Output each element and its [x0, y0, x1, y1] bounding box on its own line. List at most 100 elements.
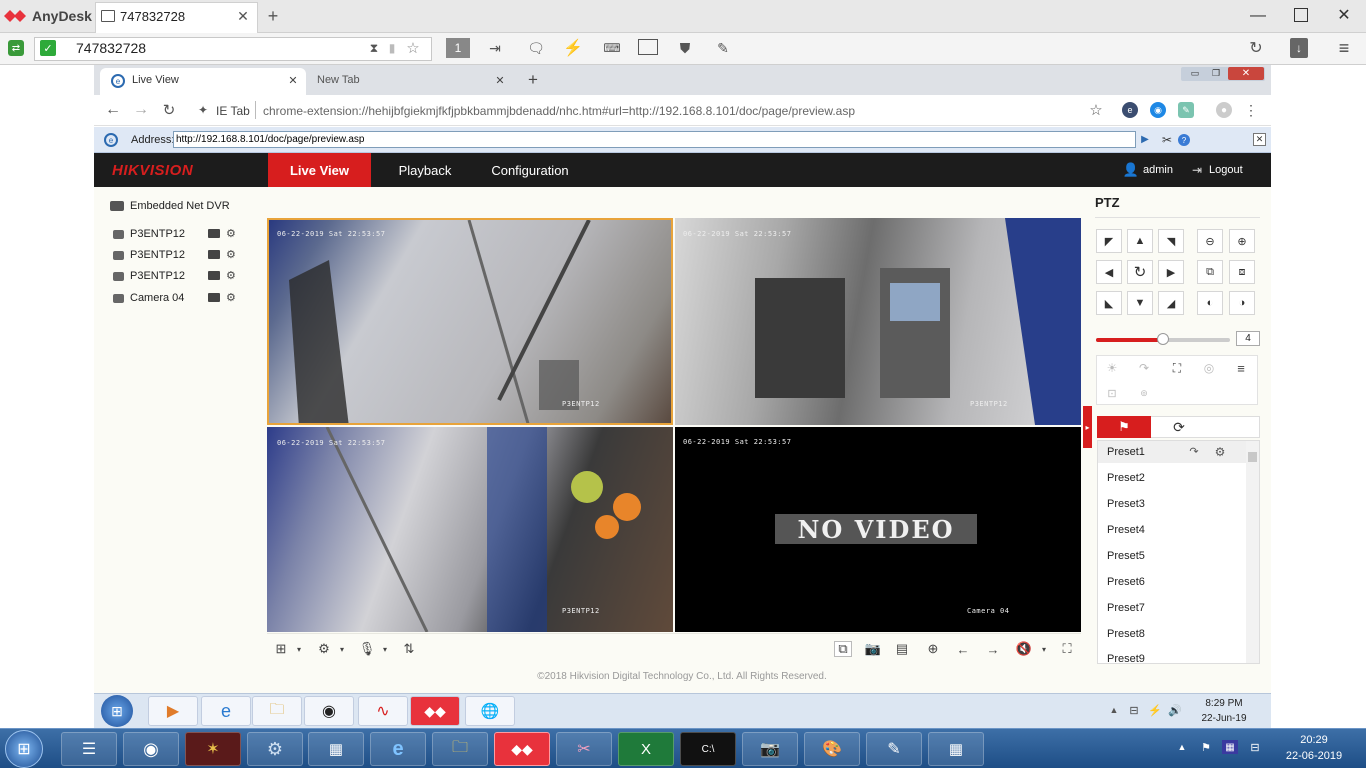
switch-stream-icon[interactable]: ⇅ — [400, 641, 418, 657]
start-preview-icon[interactable] — [208, 271, 220, 280]
iris-close-icon[interactable]: ◑ — [1229, 291, 1255, 315]
preset-item[interactable]: Preset4 — [1107, 524, 1145, 536]
next-page-icon[interactable]: → — [984, 641, 1002, 657]
preset-tab-flag-icon[interactable]: ⚑ — [1097, 416, 1151, 438]
preset-settings-gear-icon[interactable]: ⚙ — [1213, 445, 1227, 459]
preset-scroll-thumb[interactable] — [1248, 452, 1257, 462]
window-layout-icon[interactable]: ⊞ — [272, 641, 290, 657]
preset-item[interactable]: Preset8 — [1107, 628, 1145, 640]
ie-minimize-icon[interactable]: ▭ — [1185, 67, 1205, 80]
ptz-down-icon[interactable]: ▼ — [1127, 291, 1153, 315]
close-tab-new-tab-icon[interactable]: ✕ — [494, 73, 506, 87]
start-button[interactable]: ⊞ — [5, 730, 43, 768]
preset-item[interactable]: Preset2 — [1107, 472, 1145, 484]
taskbar-settings-sliders-icon[interactable]: ☰ — [61, 732, 117, 766]
ie-restore-icon[interactable]: ❐ — [1206, 67, 1226, 80]
taskbar-snipping-icon[interactable]: ✂ — [556, 732, 612, 766]
reload-icon[interactable]: ↻ — [160, 101, 178, 119]
clipboard-icon[interactable]: ▮ — [386, 40, 398, 56]
ptz-left-icon[interactable]: ◀ — [1096, 260, 1122, 284]
ptz-up-icon[interactable]: ▲ — [1127, 229, 1153, 253]
draw-pen-icon[interactable]: ✎ — [714, 38, 732, 58]
record-clip-icon[interactable]: ▤ — [893, 641, 911, 657]
taskbar-network-gear-icon[interactable]: ⚙ — [247, 732, 303, 766]
record-icon[interactable]: ⚙ — [226, 291, 240, 304]
ptz-up-right-icon[interactable]: ◥ — [1158, 229, 1184, 253]
taskbar-paint-icon[interactable]: 🎨 — [804, 732, 860, 766]
record-icon[interactable]: ⚙ — [226, 227, 240, 240]
nav-live-view[interactable]: Live View — [268, 153, 371, 187]
start-all-preview-icon[interactable]: ⚙ — [315, 641, 333, 657]
actions-lightning-icon[interactable]: ⚡ — [563, 38, 583, 58]
extension-2-icon[interactable]: ◉ — [1150, 102, 1166, 118]
hourglass-icon[interactable]: ⧗ — [368, 40, 380, 56]
remote-tray-network-icon[interactable]: ⊟ — [1127, 703, 1141, 717]
preset-item[interactable]: Preset9 — [1107, 653, 1145, 665]
tray-expand-icon[interactable]: ▲ — [1176, 740, 1188, 754]
remote-explorer-icon[interactable]: 🗀 — [252, 696, 302, 726]
nav-configuration[interactable]: Configuration — [480, 153, 580, 187]
taskbar-window2-icon[interactable]: ▦ — [928, 732, 984, 766]
minimize-icon[interactable]: — — [1250, 6, 1266, 26]
digital-zoom-icon[interactable]: ⊕ — [924, 641, 942, 657]
fullscreen-icon[interactable]: ⛶ — [1058, 641, 1076, 657]
camera-view-1[interactable] — [267, 218, 673, 425]
extension-1-icon[interactable]: e — [1122, 102, 1138, 118]
capture-camera-icon[interactable]: 📷 — [864, 641, 882, 657]
keyboard-icon[interactable]: ⌨ — [600, 38, 624, 58]
ptz-down-right-icon[interactable]: ◢ — [1158, 291, 1184, 315]
taskbar-chrome-icon[interactable]: ◉ — [123, 732, 179, 766]
camera-item-2[interactable]: P3ENTP12 — [113, 247, 185, 263]
chevron-down-icon[interactable]: ▾ — [333, 641, 351, 657]
star-icon[interactable]: ☆ — [404, 39, 422, 57]
ie-help-icon[interactable]: ? — [1178, 134, 1190, 146]
preset-item[interactable]: Preset7 — [1107, 602, 1145, 614]
camera-item-1[interactable]: P3ENTP12 — [113, 226, 185, 242]
switch-sides-icon[interactable]: ⇥ — [486, 38, 504, 58]
tab-live-view[interactable] — [100, 68, 306, 95]
taskbar-anydesk-icon[interactable]: ◆◆ — [494, 732, 550, 766]
preset-scrollbar[interactable] — [1246, 441, 1259, 663]
nav-playback[interactable]: Playback — [383, 153, 467, 187]
extension-3-icon[interactable]: ✎ — [1178, 102, 1194, 118]
call-preset-icon[interactable]: ↷ — [1187, 445, 1201, 458]
chevron-down-icon[interactable]: ▾ — [1035, 641, 1053, 657]
taskbar-explorer-icon[interactable]: 🗀 — [432, 732, 488, 766]
light-icon[interactable]: ☀ — [1103, 360, 1121, 376]
stop-all-preview-icon[interactable]: ⧉ — [834, 641, 852, 657]
remote-tray-volume-icon[interactable]: 🔊 — [1168, 703, 1182, 717]
preset-item[interactable]: Preset5 — [1107, 550, 1145, 562]
remote-media-player-icon[interactable]: ▶ — [148, 696, 198, 726]
ie-bar-close-icon[interactable]: ✕ — [1253, 133, 1266, 146]
ie-close-icon[interactable]: ✕ — [1228, 67, 1264, 80]
lens-init-icon[interactable]: ⊡ — [1103, 385, 1121, 401]
focus-near-icon[interactable]: ⧉ — [1197, 260, 1223, 284]
taskbar-window-icon[interactable]: ▦ — [308, 732, 364, 766]
camera-item-3[interactable]: P3ENTP12 — [113, 268, 185, 284]
display-settings-icon[interactable] — [638, 39, 658, 55]
taskbar-excel-icon[interactable]: X — [618, 732, 674, 766]
chrome-url[interactable]: chrome-extension://hehijbfgiekmjfkfjpbkb… — [263, 104, 855, 118]
zoom-out-icon[interactable]: ⊖ — [1197, 229, 1223, 253]
iris-open-icon[interactable]: ◐ — [1197, 291, 1223, 315]
ptz-down-left-icon[interactable]: ◣ — [1096, 291, 1122, 315]
more-menu-icon[interactable]: ≡ — [1232, 360, 1250, 376]
preset-item[interactable]: Preset6 — [1107, 576, 1145, 588]
focus-far-icon[interactable]: ⧈ — [1229, 260, 1255, 284]
ie-go-icon[interactable]: ▶ — [1138, 131, 1152, 148]
camera-view-2[interactable] — [675, 218, 1081, 425]
remote-airtel-icon[interactable]: ∿ — [358, 696, 408, 726]
camera-item-4[interactable]: Camera 04 — [113, 290, 184, 306]
taskbar-tally-icon[interactable]: ✶ — [185, 732, 241, 766]
tray-network-icon[interactable]: ⊟ — [1248, 740, 1262, 754]
display-1-button[interactable]: 1 — [446, 38, 470, 58]
ptz-auto-scan-icon[interactable]: ↻ — [1127, 260, 1153, 284]
menu-icon[interactable]: ≡ — [1334, 38, 1354, 58]
chat-icon[interactable]: 🗨 — [526, 38, 546, 58]
ie-tools-icon[interactable]: ✂ — [1160, 132, 1174, 148]
remote-anydesk-icon[interactable]: ◆◆ — [410, 696, 460, 726]
speed-slider-handle[interactable] — [1157, 333, 1169, 345]
camera-view-3[interactable] — [267, 427, 673, 632]
permissions-shield-icon[interactable]: ⛊ — [676, 38, 694, 58]
tray-language-icon[interactable]: ▦ — [1222, 740, 1238, 754]
